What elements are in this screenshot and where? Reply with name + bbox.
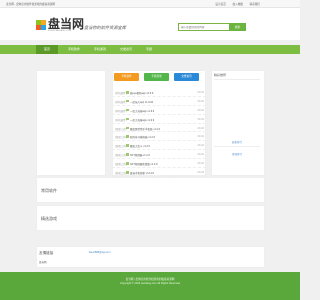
- top-links: 设为首页 加入收藏 联系我们: [209, 2, 260, 6]
- app-icon: [126, 99, 129, 103]
- right-panel-title: 精彩推荐: [214, 73, 227, 77]
- footer: 盘当网 | 盘你应用软件和游戏的极客资源网 Copyright © 2023 p…: [0, 272, 300, 300]
- list-item-category: [游戏工具]: [115, 154, 127, 158]
- nav-item-topics[interactable]: 专题: [140, 45, 158, 54]
- list-item-category: [游戏工具]: [115, 163, 127, 167]
- list-item-date: 09-02: [197, 117, 204, 121]
- list-item-date: 09-02: [197, 171, 204, 175]
- app-icon: [126, 117, 129, 121]
- list-item-category: [手机软件]: [115, 109, 127, 113]
- list-item-category: [手机软件]: [115, 92, 127, 95]
- list-item-category: [游戏工具]: [115, 136, 127, 140]
- top-notice: 盘当网 - 盘你应用软件和游戏的极客资源网: [6, 3, 55, 6]
- add-favorite-link[interactable]: 加入收藏: [233, 3, 243, 6]
- search-button[interactable]: 搜索: [229, 23, 246, 31]
- list-item[interactable]: [游戏工具] 魔鬼大乱斗 v1.2.0 09-02: [112, 141, 206, 151]
- category-apps-button[interactable]: 手机软件: [114, 73, 139, 81]
- list-item[interactable]: [手机软件] 一起大海报app v1.9.9 09-02: [112, 115, 206, 124]
- app-icon: [126, 153, 129, 156]
- app-icon: [126, 126, 129, 130]
- friend-link-item[interactable]: 盘当网: [39, 260, 47, 264]
- list-item-category: [游戏工具]: [115, 127, 127, 131]
- list-item-title[interactable]: 盘当手机管家 v3.4.19: [130, 171, 154, 175]
- list-item-title[interactable]: 魔鬼医院猎手手机版 v1.2.6: [130, 127, 160, 131]
- list-item[interactable]: [手机软件] 微eye相机app v2.5.9 09-02: [112, 88, 206, 97]
- friend-links-title: 友情链接: [39, 251, 54, 255]
- list-item-title[interactable]: 一起大海报app v1.9.9: [130, 118, 154, 122]
- list-item[interactable]: [手机软件] 一起玩大app v1.9.93 09-02: [112, 97, 206, 106]
- nav-item-articles[interactable]: 文章资讯: [114, 45, 138, 54]
- list-item-date: 09-02: [197, 108, 204, 112]
- contact-email[interactable]: lianxi888@qq.com: [89, 251, 110, 254]
- latest-list: [手机软件] 微eye相机app v2.5.9 09-02 [手机软件] 一起玩大ap…: [112, 88, 206, 177]
- list-item[interactable]: [游戏工具] 盘当手机管家 v3.4.19 09-02: [112, 168, 206, 177]
- set-homepage-link[interactable]: 设为首页: [215, 3, 225, 6]
- list-item-title[interactable]: 微eye相机app v2.5.9: [130, 91, 153, 95]
- logo-mark-icon: [36, 20, 46, 30]
- footer-copyright: Copyright © 2023 pandang.com All Rights …: [119, 282, 180, 285]
- divider: [214, 79, 260, 80]
- contact-link[interactable]: 联系我们: [250, 3, 260, 6]
- list-item-date: 09-02: [197, 144, 204, 148]
- nav-item-apps[interactable]: 手机软件: [62, 45, 86, 54]
- divider: [214, 146, 260, 147]
- left-panel: [36, 70, 106, 176]
- list-item[interactable]: [手机软件] 一起大海报app v1.9.9 09-02: [112, 106, 206, 115]
- list-item-date: 09-02: [197, 91, 204, 94]
- section-title: 精选游戏: [41, 216, 57, 221]
- list-item[interactable]: [游戏工具] NFT管理器免费版 v1.0.9 09-02: [112, 159, 206, 169]
- app-icon: [126, 144, 129, 147]
- list-item-title[interactable]: NFT管理器 v1.2.6: [130, 153, 150, 157]
- list-item-date: 09-02: [197, 162, 204, 166]
- list-item[interactable]: [游戏工具] 陪你练习模拟器 v1.2.6 09-02: [112, 132, 206, 142]
- site-logo[interactable]: 盘当网 WWW.PANDANG.COM: [36, 18, 84, 34]
- app-icon: [126, 162, 129, 165]
- featured-games-section: 精选游戏: [36, 205, 265, 231]
- logo-domain: WWW.PANDANG.COM: [48, 30, 72, 32]
- list-item-title[interactable]: NFT管理器免费版 v1.0.9: [130, 162, 157, 166]
- list-item-category: [游戏工具]: [115, 172, 127, 176]
- list-item-category: [手机软件]: [115, 100, 127, 104]
- category-games-button[interactable]: 手机游戏: [144, 73, 169, 81]
- list-item-date: 09-02: [197, 135, 204, 139]
- main-nav: 首页 手机软件 手机游戏 文章资讯 专题: [0, 45, 300, 54]
- right-panel: [211, 70, 265, 176]
- list-item-title[interactable]: 一起大海报app v1.9.9: [130, 109, 154, 113]
- app-icon: [126, 108, 129, 112]
- game-ranking-link[interactable]: 游戏排行: [214, 152, 260, 156]
- list-item[interactable]: [游戏工具] NFT管理器 v1.2.6 09-02: [112, 150, 206, 160]
- logo-name: 盘当网: [48, 17, 85, 31]
- list-item-category: [游戏工具]: [115, 145, 127, 149]
- list-item-date: 09-02: [197, 126, 204, 130]
- nav-item-home[interactable]: 首页: [36, 45, 58, 54]
- install-ranking-link[interactable]: 装机排行: [214, 140, 260, 144]
- app-icon: [126, 135, 129, 139]
- list-item-date: 09-02: [197, 153, 204, 157]
- list-item-title[interactable]: 陪你练习模拟器 v1.2.6: [130, 135, 155, 139]
- list-item[interactable]: [游戏工具] 魔鬼医院猎手手机版 v1.2.6 09-02: [112, 124, 206, 133]
- common-software-section: 常用软件: [36, 177, 265, 203]
- footer-line: 盘当网 | 盘你应用软件和游戏的极客资源网: [125, 278, 175, 281]
- list-item-category: [手机软件]: [115, 118, 127, 122]
- app-icon: [126, 91, 129, 94]
- app-icon: [126, 171, 129, 174]
- search-box: 搜索: [178, 23, 246, 31]
- search-input[interactable]: [181, 25, 227, 30]
- top-bar: 盘当网 - 盘你应用软件和游戏的极客资源网 设为首页 加入收藏 联系我们: [0, 0, 300, 8]
- slogan: 盘当你的软件资源宝库: [84, 25, 126, 30]
- list-item-date: 09-02: [197, 99, 204, 103]
- list-item-title[interactable]: 魔鬼大乱斗 v1.2.0: [130, 144, 150, 148]
- friend-links: 友情链接 lianxi888@qq.com 盘当网: [36, 246, 265, 268]
- section-title: 常用软件: [41, 188, 57, 193]
- list-item-title[interactable]: 一起玩大app v1.9.93: [130, 100, 153, 104]
- nav-item-games[interactable]: 手机游戏: [88, 45, 112, 54]
- category-articles-button[interactable]: 文章资讯: [174, 73, 199, 81]
